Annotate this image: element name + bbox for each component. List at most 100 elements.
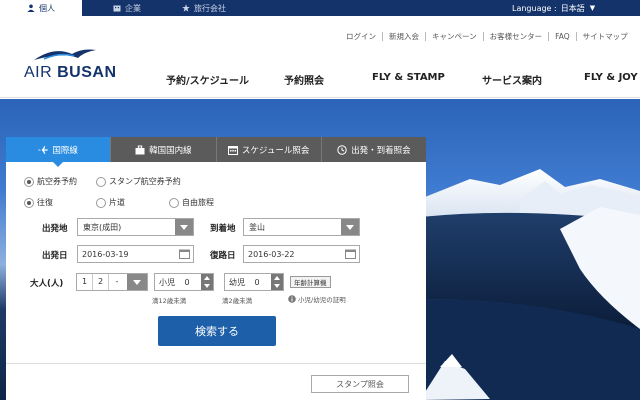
age-calculator-button[interactable]: 年齢計算機 [290, 276, 331, 288]
plane-icon [38, 145, 48, 154]
sitemap-link[interactable]: サイトマップ [577, 32, 634, 41]
infant-label: 幼児 [229, 277, 245, 287]
child-value: 0 [184, 277, 190, 287]
return-date-input[interactable]: 2016-03-22 [243, 245, 360, 263]
arrival-label: 到着地 [210, 224, 236, 234]
return-date-label: 復路日 [210, 251, 236, 261]
chevron-down-icon[interactable] [127, 274, 147, 290]
infant-value: 0 [254, 277, 260, 287]
caret-down-icon[interactable] [204, 284, 210, 288]
calendar-icon[interactable] [342, 247, 358, 261]
calendar-icon[interactable] [176, 247, 192, 261]
radio-button[interactable] [96, 197, 106, 208]
proof-note-label: 小児/幼児の証明 [298, 296, 346, 304]
divider [6, 363, 426, 364]
star-icon [182, 4, 190, 12]
caret-down-icon[interactable] [274, 284, 280, 288]
caret-up-icon[interactable] [204, 276, 210, 280]
adult-option-2[interactable]: 2 [93, 274, 109, 290]
radio-button[interactable] [96, 176, 106, 187]
stamp-inquiry-button[interactable]: スタンプ照会 [311, 375, 409, 393]
customer-center-link[interactable]: お客様センター [484, 32, 550, 41]
depart-date-label: 出発日 [42, 251, 68, 261]
nav-reservation-inquiry[interactable]: 予約照会 [284, 72, 324, 87]
tab-domestic-label: 韓国国内線 [149, 145, 192, 156]
proof-note[interactable]: 小児/幼児の証明 [288, 294, 346, 304]
main-nav: 予約/スケジュール 予約照会 FLY & STAMP サービス案内 FLY & … [166, 72, 640, 87]
tab-domestic[interactable]: 韓国国内線 [111, 137, 217, 162]
return-date-value: 2016-03-22 [248, 249, 295, 259]
chevron-down-icon[interactable] [341, 219, 359, 235]
tab-arrival-departure-label: 出発・到着照会 [351, 145, 411, 156]
nav-reservation-schedule[interactable]: 予約/スケジュール [166, 72, 249, 87]
radio-airline-ticket-label: 航空券予約 [37, 177, 77, 186]
language-label: Language : [512, 3, 557, 13]
departure-value: 東京(成田) [83, 222, 122, 232]
adult-label: 大人(人) [30, 279, 64, 289]
radio-stamp-ticket[interactable]: スタンプ航空券予約 [96, 176, 181, 187]
language-selector[interactable]: Language : 日本語 ▼ [512, 0, 595, 16]
infant-age-note: 満2歳未満 [222, 297, 253, 305]
radio-airline-ticket[interactable]: 航空券予約 [24, 176, 77, 187]
child-label: 小児 [159, 277, 175, 287]
child-stepper[interactable]: 小児 0 [154, 273, 214, 291]
nav-fly-joy[interactable]: FLY & JOY [584, 72, 638, 83]
suitcase-icon [135, 145, 145, 154]
language-value: 日本語 [560, 3, 585, 13]
child-age-note: 満12歳未満 [152, 297, 187, 305]
search-button[interactable]: 検索する [158, 316, 276, 346]
tab-arrival-departure[interactable]: 出発・到着照会 [321, 137, 426, 162]
tab-travel-agency[interactable]: 旅行会社 [164, 0, 244, 16]
departure-select[interactable]: 東京(成田) [77, 218, 194, 236]
chevron-down-icon[interactable] [175, 219, 193, 235]
building-icon [113, 5, 121, 12]
tab-personal-label: 個人 [39, 3, 55, 13]
departure-label: 出発地 [42, 224, 68, 234]
air-busan-logo[interactable]: AIR BUSAN [24, 44, 120, 82]
adult-option-more[interactable]: - [109, 274, 125, 290]
tab-business[interactable]: 企業 [96, 0, 158, 16]
radio-multi-city-label: 自由旅程 [182, 198, 214, 207]
depart-date-value: 2016-03-19 [82, 249, 129, 259]
arrival-value: 釜山 [249, 222, 265, 232]
radio-multi-city[interactable]: 自由旅程 [169, 197, 214, 208]
login-link[interactable]: ログイン [340, 32, 383, 41]
campaign-link[interactable]: キャンペーン [426, 32, 484, 41]
radio-stamp-ticket-label: スタンプ航空券予約 [109, 177, 181, 186]
adult-option-1[interactable]: 1 [77, 274, 93, 290]
arrival-select[interactable]: 釜山 [243, 218, 360, 236]
site-header: AIR BUSAN ログイン 新規入会 キャンペーン お客様センター FAQ サ… [0, 16, 640, 98]
tab-business-label: 企業 [125, 3, 141, 13]
info-icon [288, 295, 296, 303]
depart-date-input[interactable]: 2016-03-19 [77, 245, 194, 263]
utility-links: ログイン 新規入会 キャンペーン お客様センター FAQ サイトマップ [340, 32, 634, 41]
radio-button[interactable] [169, 197, 179, 208]
radio-round-trip-label: 往復 [37, 198, 53, 207]
caret-up-icon[interactable] [274, 276, 280, 280]
nav-service-info[interactable]: サービス案内 [482, 72, 542, 87]
radio-one-way[interactable]: 片道 [96, 197, 125, 208]
clock-icon [337, 144, 347, 155]
tab-international-label: 国際線 [52, 145, 78, 156]
radio-button[interactable] [24, 176, 34, 187]
faq-link[interactable]: FAQ [549, 32, 577, 41]
tab-travel-agency-label: 旅行会社 [194, 3, 226, 13]
top-bar: 個人 企業 旅行会社 Language : 日本語 ▼ [0, 0, 640, 16]
tab-personal[interactable]: 個人 [0, 0, 82, 16]
radio-button[interactable] [24, 197, 34, 208]
nav-fly-stamp[interactable]: FLY & STAMP [372, 72, 445, 83]
infant-stepper[interactable]: 幼児 0 [224, 273, 284, 291]
tab-international[interactable]: 国際線 [6, 137, 112, 167]
radio-one-way-label: 片道 [109, 198, 125, 207]
person-icon [27, 4, 35, 12]
stepper-buttons[interactable] [271, 274, 283, 290]
stepper-buttons[interactable] [201, 274, 213, 290]
tab-schedule-label: スケジュール照会 [241, 145, 310, 156]
booking-panel: 国際線 韓国国内線 スケジュール照会 出発・到着照会 航空券予約 スタンプ航空券… [6, 137, 426, 400]
signup-link[interactable]: 新規入会 [383, 32, 426, 41]
adult-count-selector[interactable]: 1 2 - [76, 273, 148, 291]
bird-logo-icon [34, 49, 96, 60]
radio-round-trip[interactable]: 往復 [24, 197, 53, 208]
logo-text: AIR BUSAN [24, 64, 117, 81]
tab-schedule[interactable]: スケジュール照会 [216, 137, 322, 162]
